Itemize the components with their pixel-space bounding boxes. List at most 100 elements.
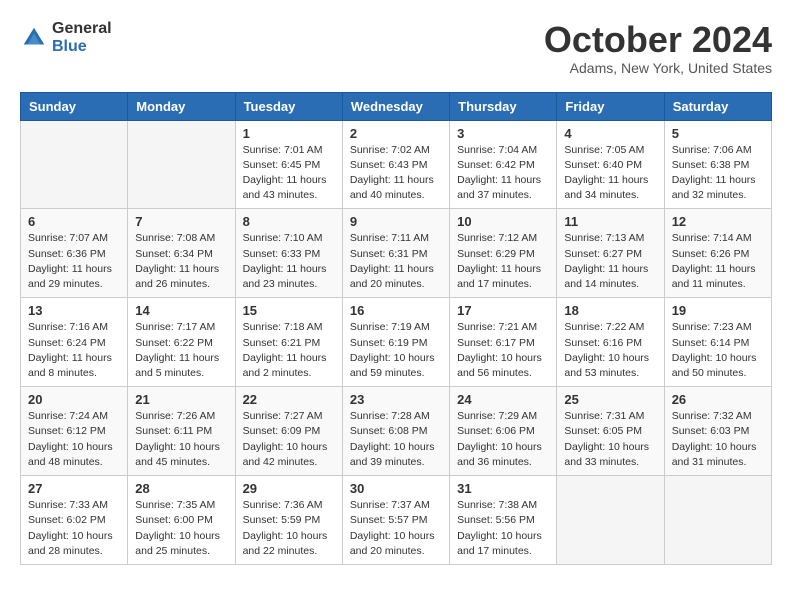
calendar-week-row: 13 Sunrise: 7:16 AM Sunset: 6:24 PM Dayli…: [21, 298, 772, 387]
day-detail: Sunrise: 7:35 AM Sunset: 6:00 PM Dayligh…: [135, 498, 227, 559]
calendar-cell: 20Sunrise: 7:24 AM Sunset: 6:12 PM Dayli…: [21, 387, 128, 476]
day-number: 14: [135, 303, 227, 318]
day-detail: Sunrise: 7:14 AM Sunset: 6:26 PM Dayligh…: [672, 231, 764, 292]
day-detail: Sunrise: 7:10 AM Sunset: 6:33 PM Dayligh…: [243, 231, 335, 292]
day-number: 17: [457, 303, 549, 318]
title-block: October 2024 Adams, New York, United Sta…: [544, 20, 772, 76]
day-number: 20: [28, 392, 120, 407]
day-number: 26: [672, 392, 764, 407]
day-number: 3: [457, 126, 549, 141]
day-detail: Sunrise: 7:17 AM Sunset: 6:22 PM Dayligh…: [135, 320, 227, 381]
day-detail: Sunrise: 7:12 AM Sunset: 6:29 PM Dayligh…: [457, 231, 549, 292]
day-number: 12: [672, 214, 764, 229]
day-number: 11: [564, 214, 656, 229]
day-detail: Sunrise: 7:23 AM Sunset: 6:14 PM Dayligh…: [672, 320, 764, 381]
page-header: General Blue October 2024 Adams, New Yor…: [20, 20, 772, 76]
day-number: 23: [350, 392, 442, 407]
logo-icon: [20, 24, 48, 52]
location: Adams, New York, United States: [544, 60, 772, 76]
day-detail: Sunrise: 7:06 AM Sunset: 6:38 PM Dayligh…: [672, 143, 764, 204]
day-number: 8: [243, 214, 335, 229]
month-title: October 2024: [544, 20, 772, 60]
day-number: 31: [457, 481, 549, 496]
calendar-week-row: 27 Sunrise: 7:33 AM Sunset: 6:02 PM Dayli…: [21, 476, 772, 565]
calendar-cell: [128, 120, 235, 209]
day-number: 25: [564, 392, 656, 407]
day-detail: Sunrise: 7:26 AM Sunset: 6:11 PM Dayligh…: [135, 409, 227, 470]
day-number: 6: [28, 214, 120, 229]
day-number: 1: [243, 126, 335, 141]
day-detail: Sunrise: 7:36 AM Sunset: 5:59 PM Dayligh…: [243, 498, 335, 559]
calendar-cell: 26 Sunrise: 7:32 AM Sunset: 6:03 PM Dayli…: [664, 387, 771, 476]
calendar-cell: 9 Sunrise: 7:11 AM Sunset: 6:31 PM Daylig…: [342, 209, 449, 298]
calendar-cell: 8 Sunrise: 7:10 AM Sunset: 6:33 PM Daylig…: [235, 209, 342, 298]
calendar-cell: 15 Sunrise: 7:18 AM Sunset: 6:21 PM Dayli…: [235, 298, 342, 387]
calendar-cell: 31Sunrise: 7:38 AM Sunset: 5:56 PM Dayli…: [450, 476, 557, 565]
calendar-cell: 30Sunrise: 7:37 AM Sunset: 5:57 PM Dayli…: [342, 476, 449, 565]
calendar-table: SundayMondayTuesdayWednesdayThursdayFrid…: [20, 92, 772, 565]
weekday-header: Wednesday: [342, 92, 449, 120]
day-detail: Sunrise: 7:05 AM Sunset: 6:40 PM Dayligh…: [564, 143, 656, 204]
logo: General Blue: [20, 20, 112, 55]
weekday-header: Friday: [557, 92, 664, 120]
calendar-header-row: SundayMondayTuesdayWednesdayThursdayFrid…: [21, 92, 772, 120]
day-detail: Sunrise: 7:22 AM Sunset: 6:16 PM Dayligh…: [564, 320, 656, 381]
calendar-cell: 10 Sunrise: 7:12 AM Sunset: 6:29 PM Dayli…: [450, 209, 557, 298]
day-number: 10: [457, 214, 549, 229]
calendar-cell: 27 Sunrise: 7:33 AM Sunset: 6:02 PM Dayli…: [21, 476, 128, 565]
day-detail: Sunrise: 7:08 AM Sunset: 6:34 PM Dayligh…: [135, 231, 227, 292]
calendar-cell: 3 Sunrise: 7:04 AM Sunset: 6:42 PM Daylig…: [450, 120, 557, 209]
day-detail: Sunrise: 7:18 AM Sunset: 6:21 PM Dayligh…: [243, 320, 335, 381]
calendar-cell: 22Sunrise: 7:27 AM Sunset: 6:09 PM Dayli…: [235, 387, 342, 476]
logo-text: General Blue: [52, 20, 112, 55]
day-number: 27: [28, 481, 120, 496]
day-detail: Sunrise: 7:11 AM Sunset: 6:31 PM Dayligh…: [350, 231, 442, 292]
day-number: 9: [350, 214, 442, 229]
calendar-cell: 13 Sunrise: 7:16 AM Sunset: 6:24 PM Dayli…: [21, 298, 128, 387]
day-detail: Sunrise: 7:07 AM Sunset: 6:36 PM Dayligh…: [28, 231, 120, 292]
day-detail: Sunrise: 7:33 AM Sunset: 6:02 PM Dayligh…: [28, 498, 120, 559]
calendar-cell: 23 Sunrise: 7:28 AM Sunset: 6:08 PM Dayli…: [342, 387, 449, 476]
weekday-header: Saturday: [664, 92, 771, 120]
calendar-cell: 4 Sunrise: 7:05 AM Sunset: 6:40 PM Daylig…: [557, 120, 664, 209]
weekday-header: Tuesday: [235, 92, 342, 120]
calendar-cell: 14 Sunrise: 7:17 AM Sunset: 6:22 PM Dayli…: [128, 298, 235, 387]
day-detail: Sunrise: 7:31 AM Sunset: 6:05 PM Dayligh…: [564, 409, 656, 470]
day-number: 16: [350, 303, 442, 318]
calendar-week-row: 1 Sunrise: 7:01 AM Sunset: 6:45 PM Daylig…: [21, 120, 772, 209]
calendar-cell: 25 Sunrise: 7:31 AM Sunset: 6:05 PM Dayli…: [557, 387, 664, 476]
day-detail: Sunrise: 7:16 AM Sunset: 6:24 PM Dayligh…: [28, 320, 120, 381]
calendar-cell: [21, 120, 128, 209]
calendar-cell: 6 Sunrise: 7:07 AM Sunset: 6:36 PM Daylig…: [21, 209, 128, 298]
day-detail: Sunrise: 7:13 AM Sunset: 6:27 PM Dayligh…: [564, 231, 656, 292]
calendar-cell: 24 Sunrise: 7:29 AM Sunset: 6:06 PM Dayli…: [450, 387, 557, 476]
day-detail: Sunrise: 7:21 AM Sunset: 6:17 PM Dayligh…: [457, 320, 549, 381]
calendar-week-row: 6 Sunrise: 7:07 AM Sunset: 6:36 PM Daylig…: [21, 209, 772, 298]
day-number: 15: [243, 303, 335, 318]
day-number: 5: [672, 126, 764, 141]
day-detail: Sunrise: 7:19 AM Sunset: 6:19 PM Dayligh…: [350, 320, 442, 381]
day-detail: Sunrise: 7:37 AM Sunset: 5:57 PM Dayligh…: [350, 498, 442, 559]
day-detail: Sunrise: 7:01 AM Sunset: 6:45 PM Dayligh…: [243, 143, 335, 204]
calendar-cell: [664, 476, 771, 565]
calendar-cell: 17 Sunrise: 7:21 AM Sunset: 6:17 PM Dayli…: [450, 298, 557, 387]
calendar-cell: 5 Sunrise: 7:06 AM Sunset: 6:38 PM Daylig…: [664, 120, 771, 209]
weekday-header: Monday: [128, 92, 235, 120]
weekday-header: Sunday: [21, 92, 128, 120]
day-number: 19: [672, 303, 764, 318]
day-detail: Sunrise: 7:29 AM Sunset: 6:06 PM Dayligh…: [457, 409, 549, 470]
calendar-cell: 19 Sunrise: 7:23 AM Sunset: 6:14 PM Dayli…: [664, 298, 771, 387]
day-detail: Sunrise: 7:04 AM Sunset: 6:42 PM Dayligh…: [457, 143, 549, 204]
day-number: 13: [28, 303, 120, 318]
calendar-cell: 16 Sunrise: 7:19 AM Sunset: 6:19 PM Dayli…: [342, 298, 449, 387]
calendar-cell: 21Sunrise: 7:26 AM Sunset: 6:11 PM Dayli…: [128, 387, 235, 476]
day-detail: Sunrise: 7:32 AM Sunset: 6:03 PM Dayligh…: [672, 409, 764, 470]
day-detail: Sunrise: 7:02 AM Sunset: 6:43 PM Dayligh…: [350, 143, 442, 204]
day-detail: Sunrise: 7:28 AM Sunset: 6:08 PM Dayligh…: [350, 409, 442, 470]
calendar-cell: 28 Sunrise: 7:35 AM Sunset: 6:00 PM Dayli…: [128, 476, 235, 565]
weekday-header: Thursday: [450, 92, 557, 120]
day-number: 24: [457, 392, 549, 407]
day-number: 4: [564, 126, 656, 141]
calendar-cell: 12 Sunrise: 7:14 AM Sunset: 6:26 PM Dayli…: [664, 209, 771, 298]
day-number: 28: [135, 481, 227, 496]
